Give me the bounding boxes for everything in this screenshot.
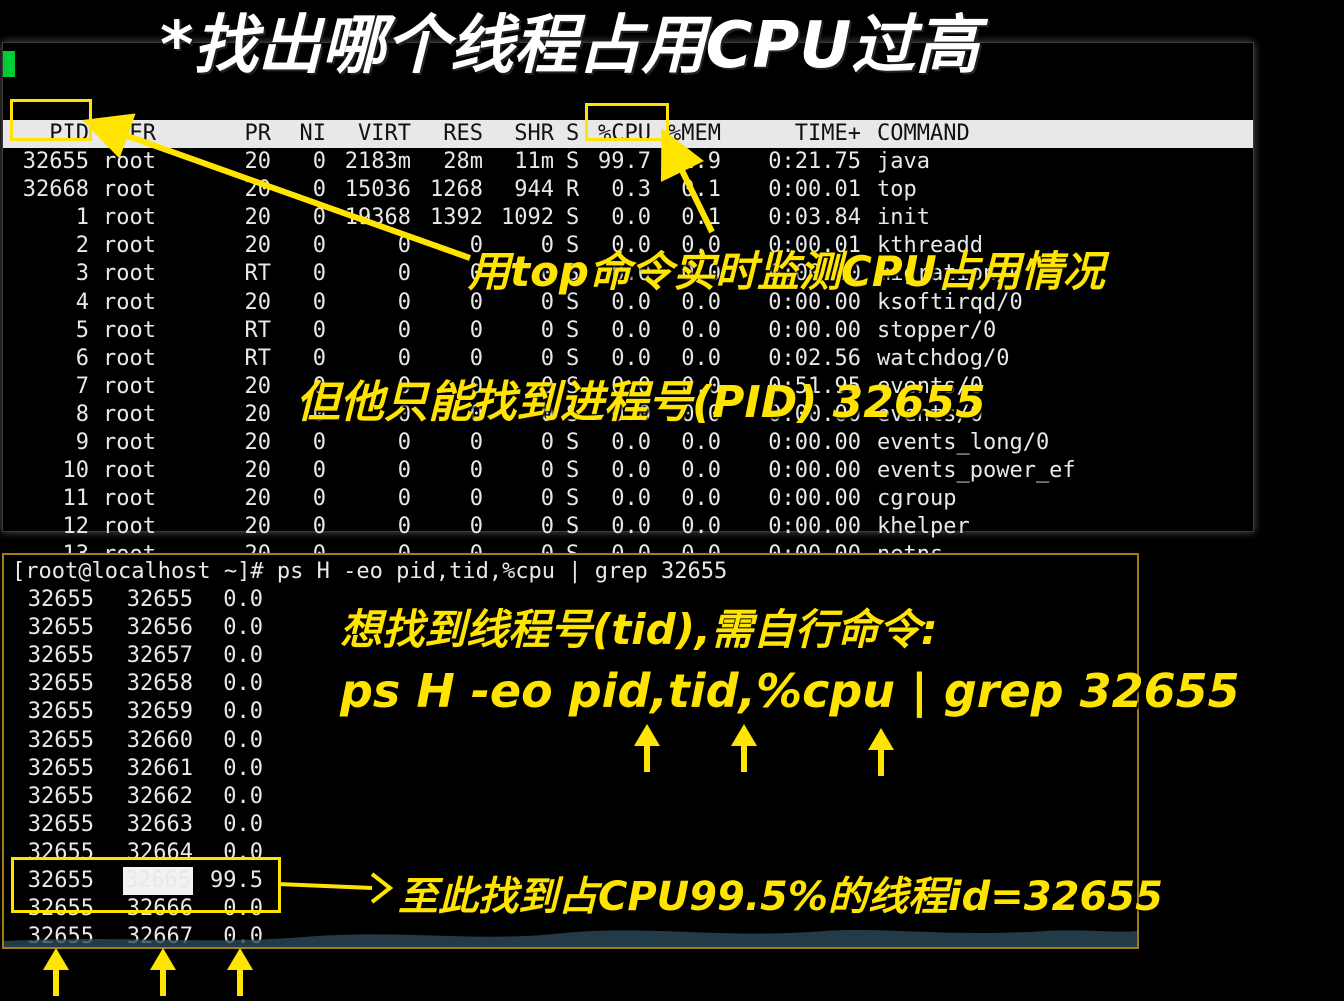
up-arrows-columns — [43, 948, 253, 996]
up-arrows-command — [634, 724, 894, 776]
annotation-arrows — [43, 113, 894, 996]
result-arrow — [277, 882, 373, 890]
cpu-arrow — [660, 128, 715, 234]
annotation-pid-found: 但他只能找到进程号(PID) 32655 — [296, 377, 986, 428]
pid-arrow — [82, 113, 472, 261]
annotation-command: ps H -eo pid,tid,%cpu | grep 32655 — [340, 664, 1240, 718]
result-arrow-head — [370, 872, 394, 904]
annotation-top-monitor: 用top命令实时监测CPU占用情况 — [468, 247, 1105, 296]
annotation-need-command: 想找到线程号(tid),需自行命令: — [340, 605, 938, 654]
annotation-result: 至此找到占CPU99.5%的线程id=32655 — [398, 874, 1163, 920]
